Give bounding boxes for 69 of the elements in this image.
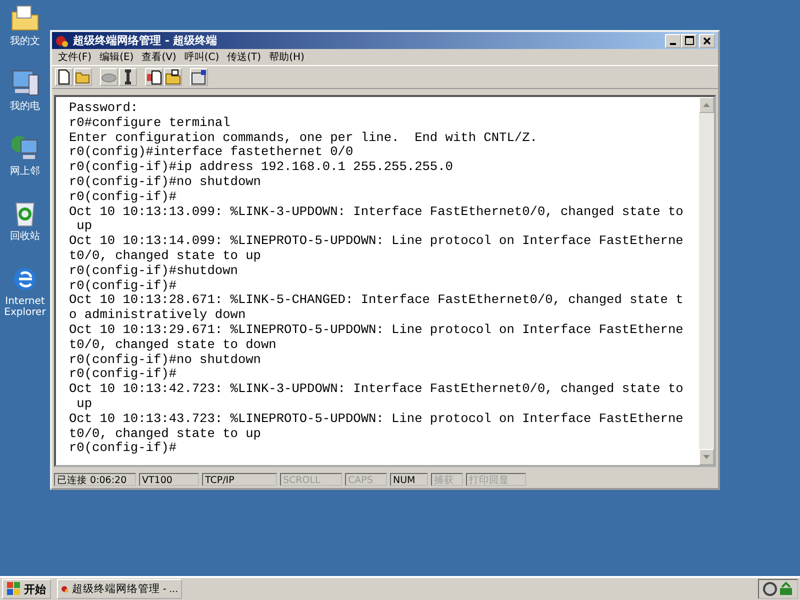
menu-item[interactable]: 传送(T)	[227, 50, 262, 64]
terminal-line: Oct 10 10:13:43.723: %LINEPROTO-5-UPDOWN: Line protocol on Interface FastEtherne	[69, 412, 684, 427]
maximize-button[interactable]	[681, 34, 697, 48]
status-panel: TCP/IP	[202, 473, 277, 486]
network-icon[interactable]	[779, 582, 793, 596]
terminal-line: up	[76, 219, 94, 234]
properties-icon	[191, 69, 207, 85]
terminal-line: r0(config-if)#no shutdown	[69, 352, 262, 368]
terminal-line: t0/0, changed state to down	[69, 338, 278, 353]
terminal-line: Oct 10 10:13:28.671: %LINK-5-CHANGED: Interface FastEthernet0/0, changed state t	[69, 293, 684, 308]
close-button[interactable]	[699, 34, 715, 48]
desktop-icon-label: 我的文	[9, 36, 41, 47]
maximize-icon	[684, 36, 694, 45]
terminal-line: r0(config-if)#shutdown	[69, 264, 239, 279]
terminal-line: t0/0, changed state to up	[69, 248, 262, 264]
desktop-icon-label: Internet Explorer	[3, 296, 47, 318]
terminal-line: Oct 10 10:13:29.671: %LINEPROTO-5-UPDOWN: Line protocol on Interface FastEtherne	[69, 322, 684, 338]
windows-logo-icon	[7, 582, 21, 596]
close-icon	[703, 36, 711, 44]
desktop-icon-label: 回收站	[9, 231, 41, 242]
status-panel: SCROLL	[280, 473, 342, 486]
terminal-line: o administratively down	[69, 308, 247, 323]
menu-item[interactable]: 呼叫(C)	[184, 50, 220, 64]
terminal-line: Enter configuration commands, one per line. End with CNTL/Z.	[69, 130, 538, 146]
open-button[interactable]	[74, 68, 92, 86]
taskbar-button[interactable]: 超级终端网络管理 - ...	[57, 579, 182, 599]
terminal-line: r0(config-if)#ip address 192.168.0.1 255.255.255.0	[69, 160, 454, 175]
terminal-line: up	[76, 396, 94, 412]
desktop-icon-label: 网上邻	[9, 166, 41, 177]
minimize-icon	[670, 42, 676, 44]
properties-button[interactable]	[190, 68, 208, 86]
desktop-icon-label: 我的电	[9, 101, 41, 112]
terminal-line: r0(config-if)#	[69, 367, 178, 382]
folder-icon	[75, 70, 91, 84]
vertical-scrollbar[interactable]	[699, 97, 714, 465]
terminal-line: r0#configure terminal	[69, 116, 232, 131]
menu-item[interactable]: 查看(V)	[142, 50, 176, 64]
status-panel: CAPS	[345, 473, 387, 486]
send-button[interactable]	[145, 68, 163, 86]
start-button[interactable]: 开始	[2, 579, 51, 599]
terminal-line: t0/0, changed state to up	[69, 426, 262, 442]
status-panel: 打印回显	[466, 473, 526, 486]
window-title: 超级终端网络管理 - 超级终端	[73, 33, 218, 48]
minimize-button[interactable]	[665, 34, 681, 48]
menu-item[interactable]: 帮助(H)	[269, 50, 304, 64]
menu-item[interactable]: 编辑(E)	[100, 50, 134, 64]
call-button[interactable]	[119, 68, 137, 86]
terminal-line: Oct 10 10:13:42.723: %LINK-3-UPDOWN: Interface FastEthernet0/0, changed state to	[69, 382, 684, 397]
receive-button[interactable]	[164, 68, 182, 86]
menu-item[interactable]: 文件(F)	[58, 50, 92, 64]
terminal-line: Password:	[69, 101, 140, 116]
status-panel: 捕获	[431, 473, 463, 486]
status-panel: VT100	[139, 473, 199, 486]
document-icon	[146, 69, 162, 85]
terminal-line: r0(config-if)#	[69, 441, 178, 456]
folder-icon	[165, 69, 181, 85]
up-arrow-icon	[703, 103, 710, 107]
app-icon	[55, 34, 69, 48]
down-arrow-icon	[703, 455, 710, 459]
status-panel: 已连接 0:06:20	[54, 473, 136, 486]
terminal-line: r0(config-if)#no shutdown	[69, 174, 262, 190]
status-panel: NUM	[390, 473, 428, 486]
terminal-line: r0(config-if)#	[69, 278, 178, 294]
terminal-line: r0(config-if)#	[69, 190, 178, 205]
document-icon	[57, 69, 71, 85]
terminal-line: r0(config)#interface fastethernet 0/0	[69, 145, 354, 160]
new-button[interactable]	[55, 68, 73, 86]
terminal-line: Oct 10 10:13:14.099: %LINEPROTO-5-UPDOWN: Line protocol on Interface FastEtherne	[69, 234, 684, 249]
terminal-line: Oct 10 10:13:13.099: %LINK-3-UPDOWN: Interface FastEthernet0/0, changed state to	[69, 204, 684, 220]
